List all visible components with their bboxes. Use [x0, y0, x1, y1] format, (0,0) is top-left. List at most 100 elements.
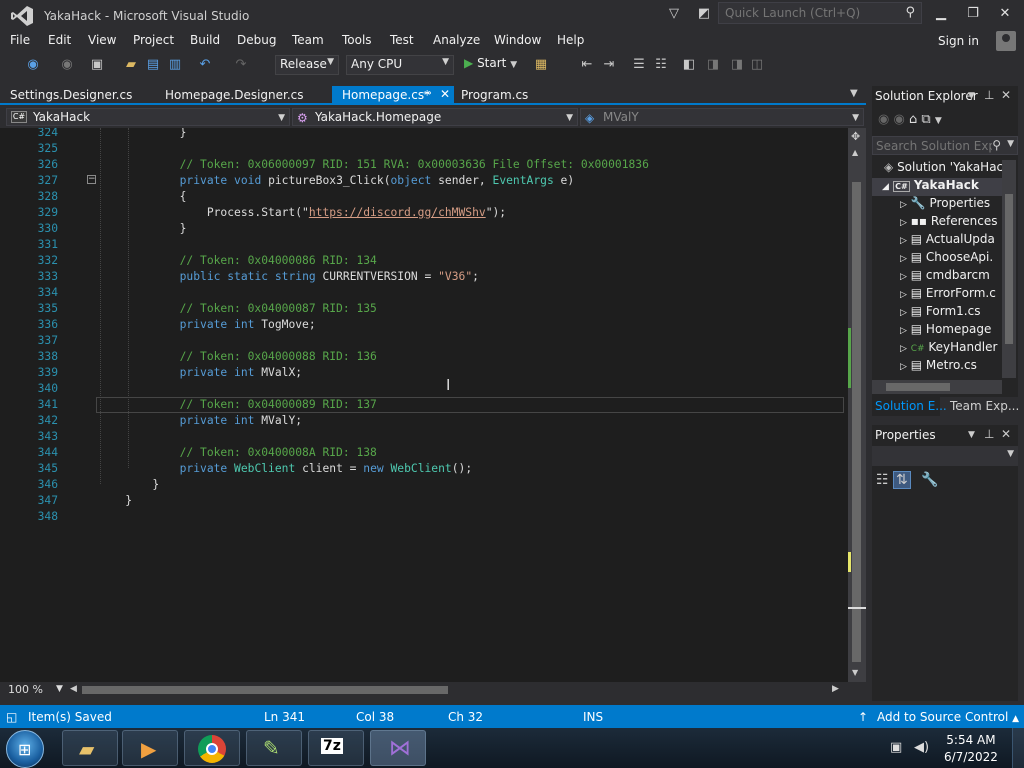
platform-dropdown[interactable]: Any CPU ▼: [346, 55, 454, 75]
panel-menu-icon[interactable]: ▼: [968, 91, 975, 101]
chevron-down-icon[interactable]: ▼: [1007, 139, 1014, 149]
feedback-icon[interactable]: ◩: [694, 5, 714, 23]
tab-team-explorer[interactable]: Team Exp...: [946, 397, 1019, 416]
scrollbar-thumb[interactable]: [1005, 194, 1013, 344]
tab-homepage-cs[interactable]: Homepage.cs* ⊸ ✕: [332, 86, 454, 105]
taskbar-7zip[interactable]: 7z: [308, 730, 364, 766]
menu-test[interactable]: Test: [390, 33, 414, 47]
alphabetical-icon[interactable]: ⇅: [893, 471, 911, 489]
editor-vertical-scrollbar[interactable]: ✥ ▲ ▼: [848, 128, 866, 682]
solution-search-input[interactable]: [876, 139, 992, 153]
code-editor[interactable]: − 324 } 325 326 // Token: 0x06000097 RID…: [0, 128, 848, 682]
taskbar-media-player[interactable]: ▶: [122, 730, 178, 766]
tree-item-project[interactable]: ◢ C# YakaHack: [872, 178, 1002, 196]
menu-tools[interactable]: Tools: [342, 33, 372, 47]
taskbar-explorer[interactable]: ▰: [62, 730, 118, 766]
menu-file[interactable]: File: [10, 33, 30, 47]
menu-project[interactable]: Project: [133, 33, 174, 47]
avatar[interactable]: [996, 31, 1016, 51]
tab-solution-explorer[interactable]: Solution E...: [872, 397, 947, 416]
solution-search-box[interactable]: ⚲ ▼: [872, 136, 1018, 155]
undo-icon[interactable]: ↶: [196, 56, 214, 74]
comment-icon[interactable]: ☰: [630, 56, 648, 74]
tree-item-file[interactable]: ▷ ▤ Form1.cs: [872, 304, 1002, 322]
quick-launch-input[interactable]: [725, 5, 895, 21]
search-icon[interactable]: ⚲: [992, 138, 1001, 152]
tree-item-file[interactable]: ▷ ▤ Metro.cs: [872, 358, 1002, 376]
tree-item-file[interactable]: ▷ ▤ ActualUpda: [872, 232, 1002, 250]
taskbar-visual-studio[interactable]: ⋈: [370, 730, 426, 766]
bookmark-icon[interactable]: ◧: [680, 56, 698, 74]
menu-debug[interactable]: Debug: [237, 33, 276, 47]
close-tab-icon[interactable]: ✕: [440, 87, 450, 101]
network-icon[interactable]: ▣: [890, 740, 902, 755]
search-icon[interactable]: ⚲: [905, 5, 915, 20]
zoom-dropdown[interactable]: 100 % ▼: [8, 683, 66, 698]
tree-horizontal-scrollbar[interactable]: [872, 380, 1002, 394]
tree-item-solution[interactable]: ◈ Solution 'YakaHac: [872, 160, 1002, 178]
taskbar-chrome[interactable]: [184, 730, 240, 766]
categorized-icon[interactable]: ☷: [876, 472, 889, 488]
open-folder-icon[interactable]: ▰: [122, 56, 140, 74]
close-panel-icon[interactable]: ✕: [1001, 88, 1011, 102]
scroll-right-icon[interactable]: ▶: [832, 684, 839, 694]
pin-icon[interactable]: ⊸: [423, 88, 431, 99]
split-icon[interactable]: ✥: [851, 130, 860, 143]
forward-icon[interactable]: ◉: [58, 56, 76, 74]
property-pages-icon[interactable]: 🔧: [921, 472, 938, 488]
step-over-icon[interactable]: ⇥: [600, 56, 618, 74]
new-project-icon[interactable]: ▣: [88, 56, 106, 74]
tree-vertical-scrollbar[interactable]: [1002, 160, 1016, 378]
tree-item-file[interactable]: ▷ ▤ Homepage: [872, 322, 1002, 340]
menu-build[interactable]: Build: [190, 33, 220, 47]
close-button[interactable]: ✕: [990, 4, 1020, 24]
configuration-dropdown[interactable]: Release ▼: [275, 55, 339, 75]
type-nav-dropdown[interactable]: ⚙ YakaHack.Homepage ▼: [292, 108, 578, 126]
tab-program-cs[interactable]: Program.cs: [451, 86, 541, 105]
taskbar-clock[interactable]: 5:54 AM 6/7/2022: [944, 733, 998, 764]
step-icon[interactable]: ⇤: [578, 56, 596, 74]
sign-in-link[interactable]: Sign in: [938, 34, 979, 48]
filter-icon[interactable]: ▽: [664, 5, 684, 23]
sync-icon[interactable]: ⧉: [921, 112, 930, 127]
volume-icon[interactable]: ◀): [914, 740, 929, 755]
menu-edit[interactable]: Edit: [48, 33, 71, 47]
tab-settings-designer[interactable]: Settings.Designer.cs: [0, 86, 146, 105]
save-all-icon[interactable]: ▥: [166, 56, 184, 74]
tab-overflow-icon[interactable]: ▼: [850, 88, 858, 99]
tree-item-references[interactable]: ▷ ▪▪ References: [872, 214, 1002, 232]
quick-launch[interactable]: ⚲: [718, 2, 922, 24]
menu-help[interactable]: Help: [557, 33, 584, 47]
menu-view[interactable]: View: [88, 33, 116, 47]
tab-homepage-designer[interactable]: Homepage.Designer.cs: [155, 86, 325, 105]
prev-bookmark-icon[interactable]: ◨: [704, 56, 722, 74]
maximize-button[interactable]: ❐: [958, 4, 988, 24]
redo-icon[interactable]: ↷: [232, 56, 250, 74]
browser-link-icon[interactable]: ▦: [532, 56, 550, 74]
menu-window[interactable]: Window: [494, 33, 541, 47]
add-to-source-control-button[interactable]: Add to Source Control ▲: [877, 710, 1019, 724]
pin-icon[interactable]: ⊥: [984, 427, 994, 441]
scrollbar-thumb[interactable]: [852, 182, 861, 662]
tree-item-file[interactable]: ▷ ▤ ErrorForm.c: [872, 286, 1002, 304]
tree-item-properties[interactable]: ▷ 🔧 Properties: [872, 196, 1002, 214]
tree-item-file[interactable]: ▷ ▤ ChooseApi.: [872, 250, 1002, 268]
back-icon[interactable]: ◉: [24, 56, 42, 74]
menu-analyze[interactable]: Analyze: [433, 33, 480, 47]
scroll-left-icon[interactable]: ◀: [70, 684, 77, 694]
taskbar-notepad[interactable]: ✎: [246, 730, 302, 766]
start-menu-button[interactable]: ⊞: [6, 730, 44, 768]
tree-item-file[interactable]: ▷ ▤ cmdbarcm: [872, 268, 1002, 286]
panel-menu-icon[interactable]: ▼: [968, 430, 975, 440]
next-bookmark-icon[interactable]: ◨: [728, 56, 746, 74]
back-icon[interactable]: ◉: [878, 112, 889, 127]
tree-item-file[interactable]: ▷ C# KeyHandler: [872, 340, 1002, 358]
uncomment-icon[interactable]: ☷: [652, 56, 670, 74]
forward-icon[interactable]: ◉: [893, 112, 904, 127]
show-desktop-button[interactable]: [1012, 728, 1024, 768]
properties-object-dropdown[interactable]: ▼: [872, 446, 1018, 466]
member-nav-dropdown[interactable]: ◈ MValY ▼: [580, 108, 864, 126]
scrollbar-thumb[interactable]: [886, 383, 950, 391]
scroll-up-icon[interactable]: ▲: [852, 148, 858, 157]
project-nav-dropdown[interactable]: C# YakaHack ▼: [6, 108, 290, 126]
